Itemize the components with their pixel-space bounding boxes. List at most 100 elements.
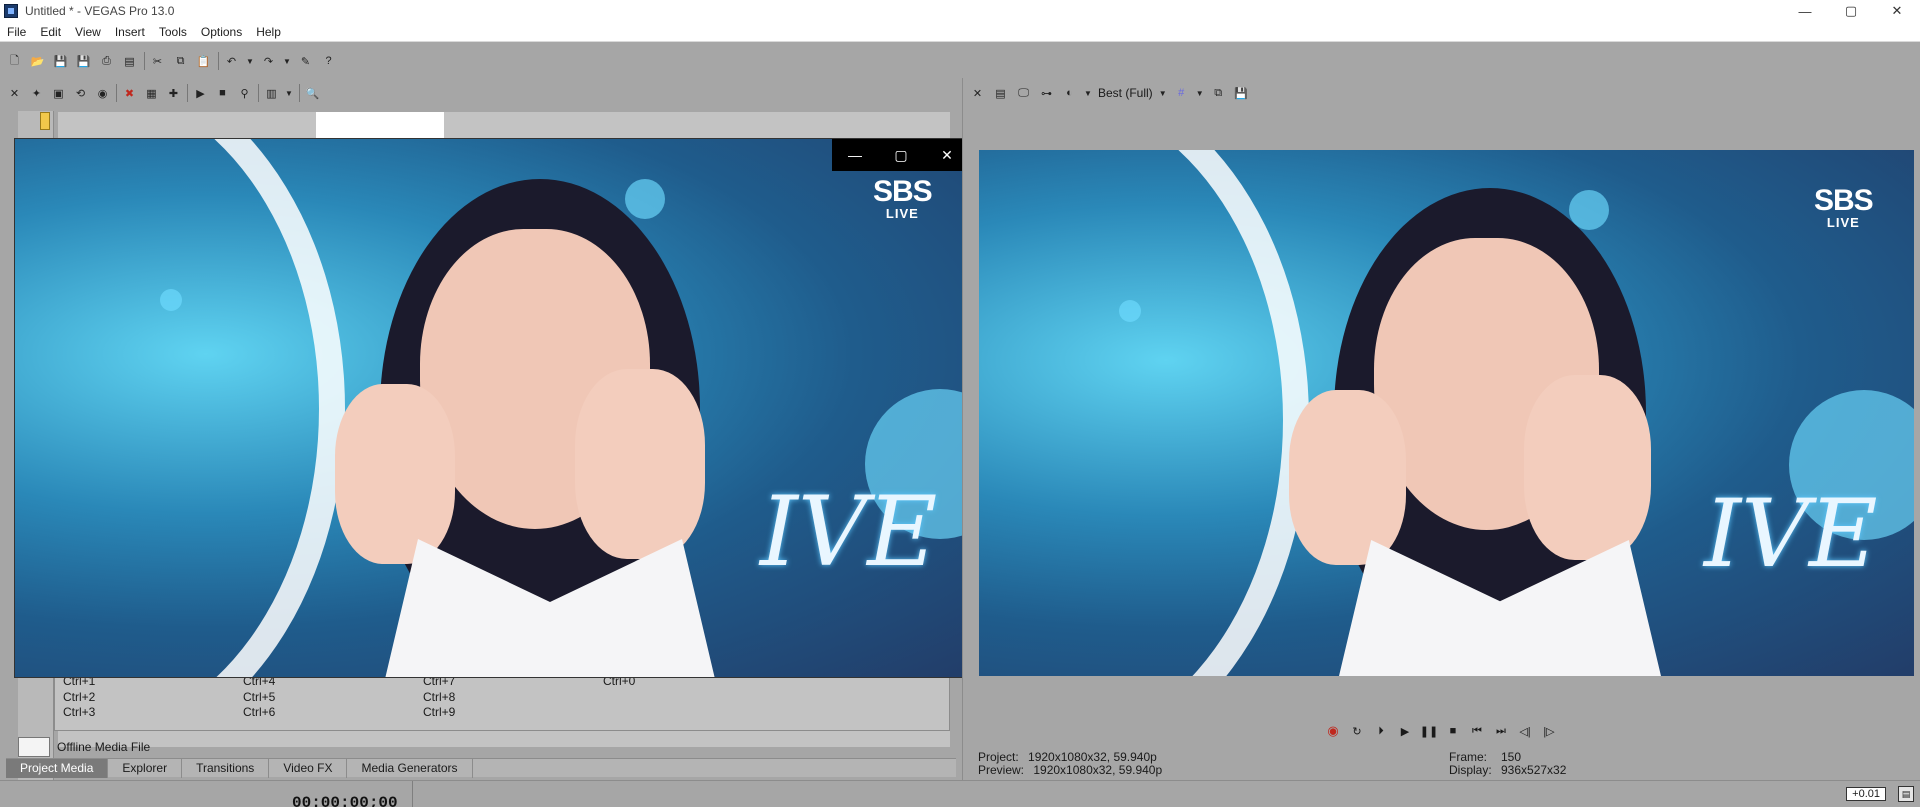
frame-label: Frame: — [1449, 750, 1488, 764]
performer-hand — [1524, 375, 1651, 560]
play-icon[interactable]: ▶ — [192, 85, 209, 102]
stop-icon[interactable]: ■ — [1445, 723, 1461, 739]
performer-hand — [335, 384, 455, 564]
preview-quality-select[interactable]: Best (Full) — [1098, 86, 1153, 100]
import-media-icon[interactable]: ✦ — [28, 85, 45, 102]
record-icon[interactable]: ◉ — [1325, 723, 1341, 739]
get-media-icon[interactable]: ⟲ — [72, 85, 89, 102]
menu-help[interactable]: Help — [249, 25, 288, 39]
remove-icon[interactable]: ✖ — [121, 85, 138, 102]
media-fx-icon[interactable]: ▦ — [143, 85, 160, 102]
tab-transitions[interactable]: Transitions — [182, 759, 270, 778]
open-icon[interactable]: 📂 — [29, 53, 46, 70]
menu-insert[interactable]: Insert — [108, 25, 152, 39]
broadcast-logo: SBS LIVE — [1814, 184, 1874, 230]
bokeh-light — [160, 289, 182, 311]
web-icon[interactable]: ◉ — [94, 85, 111, 102]
loop-icon[interactable]: ↻ — [1349, 723, 1365, 739]
save-snapshot-icon[interactable]: 💾 — [1233, 85, 1250, 102]
external-video-window[interactable]: SBS LIVE IVE — ▢ ✕ — [14, 138, 971, 678]
video-frame: SBS LIVE IVE — [15, 139, 970, 677]
undo-dropdown-icon[interactable]: ▼ — [246, 57, 254, 66]
shortcut-item: Ctrl+8 — [423, 689, 456, 704]
add-icon[interactable]: ✚ — [165, 85, 182, 102]
playback-rate[interactable]: +0.01 — [1846, 787, 1886, 801]
split-dropdown-icon[interactable]: ▼ — [1084, 89, 1092, 98]
media-shortcuts: Ctrl+1 Ctrl+2 Ctrl+3 Ctrl+4 Ctrl+5 Ctrl+… — [54, 673, 950, 731]
save-icon[interactable]: 💾 — [52, 53, 69, 70]
tab-video-fx[interactable]: Video FX — [269, 759, 348, 778]
window-title: Untitled * - VEGAS Pro 13.0 — [25, 4, 175, 18]
quality-dropdown-icon[interactable]: ▼ — [1159, 89, 1167, 98]
preview-screen[interactable]: SBS LIVE IVE — [979, 150, 1914, 676]
close-panel-icon[interactable]: ✕ — [969, 85, 986, 102]
menu-options[interactable]: Options — [194, 25, 249, 39]
menu-edit[interactable]: Edit — [33, 25, 68, 39]
minimize-button[interactable]: — — [1782, 0, 1828, 22]
preview-label: Preview: — [978, 763, 1025, 777]
frame-value: 150 — [1501, 750, 1522, 764]
menu-tools[interactable]: Tools — [152, 25, 194, 39]
split-screen-icon[interactable]: ◐ — [1061, 85, 1078, 102]
timeline-menu-icon[interactable]: ▤ — [1898, 786, 1914, 802]
external-monitor-icon[interactable]: 🖵 — [1015, 85, 1032, 102]
offline-media-thumbnail — [18, 737, 50, 757]
overlays-icon[interactable]: # — [1173, 85, 1190, 102]
help-icon[interactable]: ? — [320, 53, 337, 70]
zoom-icon[interactable]: 🔍 — [304, 85, 321, 102]
preview-properties-icon[interactable]: ▤ — [992, 85, 1009, 102]
tab-project-media[interactable]: Project Media — [6, 759, 109, 778]
video-preview-panel: ✕ ▤ 🖵 ⊶ ◐ ▼ Best (Full) ▼ # ▼ ⧉ 💾 SBS LI… — [962, 78, 1920, 780]
go-to-end-icon[interactable]: ⏭ — [1493, 723, 1509, 739]
media-bin-icon[interactable] — [40, 112, 50, 130]
offline-media-row[interactable]: Offline Media File — [18, 737, 950, 757]
video-minimize-button[interactable]: — — [832, 139, 878, 171]
timeline-timecode[interactable]: 00:00:00;00 — [292, 794, 398, 807]
video-maximize-button[interactable]: ▢ — [878, 139, 924, 171]
undo-icon[interactable]: ↶ — [223, 53, 240, 70]
redo-icon[interactable]: ↷ — [260, 53, 277, 70]
play-from-start-icon[interactable]: ⏵ — [1373, 723, 1389, 739]
save-as-icon[interactable]: 💾 — [75, 53, 92, 70]
copy-icon[interactable]: ⧉ — [172, 53, 189, 70]
view-dropdown-icon[interactable]: ▼ — [285, 89, 293, 98]
capture-video-icon[interactable]: ▣ — [50, 85, 67, 102]
tab-explorer[interactable]: Explorer — [108, 759, 183, 778]
paste-icon[interactable]: 📋 — [195, 53, 212, 70]
video-fx-icon[interactable]: ⊶ — [1038, 85, 1055, 102]
toolbar-separator — [144, 52, 145, 70]
new-icon[interactable]: 🗋 — [6, 53, 23, 70]
pause-icon[interactable]: ❚❚ — [1420, 723, 1438, 739]
tab-media-generators[interactable]: Media Generators — [347, 759, 473, 778]
toolbar-separator — [116, 84, 117, 102]
display-status: Display: 936x527x32 — [1449, 763, 1566, 777]
properties-icon[interactable]: ▤ — [121, 53, 138, 70]
vegas-app-icon — [4, 4, 18, 18]
menu-view[interactable]: View — [68, 25, 108, 39]
stop-icon[interactable]: ■ — [214, 85, 231, 102]
timeline-divider — [412, 781, 413, 807]
render-icon[interactable]: ⎙ — [98, 53, 115, 70]
previous-frame-icon[interactable]: ◁| — [1517, 723, 1533, 739]
bokeh-light — [625, 179, 665, 219]
cut-icon[interactable]: ✂ — [149, 53, 166, 70]
edit-tool-icon[interactable]: ✎ — [297, 53, 314, 70]
next-frame-icon[interactable]: |▷ — [1541, 723, 1557, 739]
overlays-dropdown-icon[interactable]: ▼ — [1196, 89, 1204, 98]
maximize-button[interactable]: ▢ — [1828, 0, 1874, 22]
go-to-start-icon[interactable]: ⏮ — [1469, 723, 1485, 739]
menu-file[interactable]: File — [0, 25, 33, 39]
close-panel-icon[interactable]: ✕ — [6, 85, 23, 102]
auto-preview-icon[interactable]: ⚲ — [236, 85, 253, 102]
offline-media-label: Offline Media File — [57, 740, 151, 754]
copy-snapshot-icon[interactable]: ⧉ — [1210, 85, 1227, 102]
stage-logo: IVE — [1704, 480, 1878, 589]
redo-dropdown-icon[interactable]: ▼ — [283, 57, 291, 66]
shortcut-column-1: Ctrl+1 Ctrl+2 Ctrl+3 — [63, 674, 95, 721]
close-button[interactable]: ✕ — [1874, 0, 1920, 22]
shortcut-item: Ctrl+5 — [243, 689, 276, 704]
display-value: 936x527x32 — [1501, 763, 1567, 777]
stage-light-ring — [979, 150, 1309, 676]
view-icon[interactable]: ▥ — [263, 85, 280, 102]
play-icon[interactable]: ▶ — [1397, 723, 1413, 739]
